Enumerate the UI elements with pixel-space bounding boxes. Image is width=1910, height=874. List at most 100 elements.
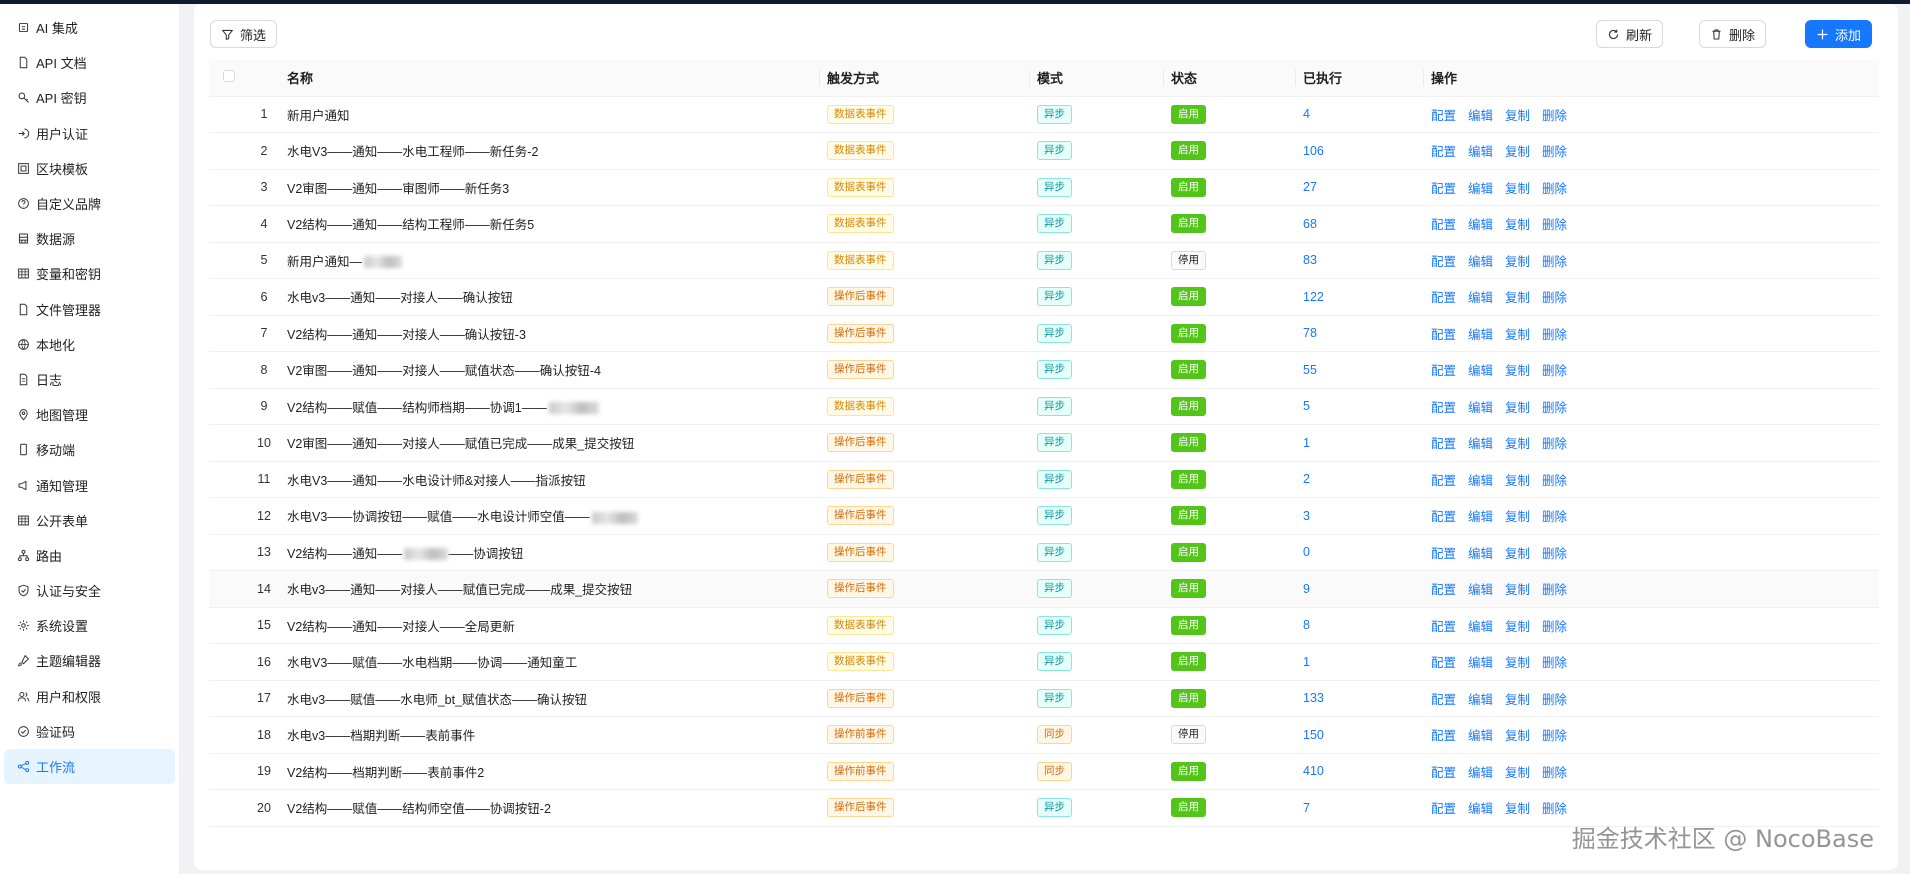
action-link[interactable]: 复制 <box>1505 401 1530 415</box>
action-link[interactable]: 编辑 <box>1468 109 1493 123</box>
action-link[interactable]: 复制 <box>1505 693 1530 707</box>
action-link[interactable]: 配置 <box>1431 437 1456 451</box>
executed-count-link[interactable]: 106 <box>1303 144 1324 158</box>
action-link[interactable]: 编辑 <box>1468 437 1493 451</box>
executed-count-link[interactable]: 78 <box>1303 326 1317 340</box>
sidebar-item[interactable]: 变量和密钥 <box>4 256 175 291</box>
column-header-name[interactable]: 名称 <box>279 60 819 97</box>
filter-button[interactable]: 筛选 <box>210 20 278 48</box>
sidebar-item[interactable]: 通知管理 <box>4 467 175 502</box>
action-link[interactable]: 复制 <box>1505 510 1530 524</box>
executed-count-link[interactable]: 1 <box>1303 436 1310 450</box>
action-link[interactable]: 配置 <box>1431 729 1456 743</box>
sidebar-item[interactable]: 公开表单 <box>4 503 175 538</box>
action-link[interactable]: 复制 <box>1505 291 1530 305</box>
refresh-button[interactable]: 刷新 <box>1595 20 1663 48</box>
action-link[interactable]: 配置 <box>1431 766 1456 780</box>
action-link[interactable]: 配置 <box>1431 583 1456 597</box>
action-link[interactable]: 编辑 <box>1468 255 1493 269</box>
sidebar-item[interactable]: 文件管理器 <box>4 292 175 327</box>
action-link[interactable]: 复制 <box>1505 182 1530 196</box>
action-link[interactable]: 删除 <box>1542 437 1567 451</box>
action-link[interactable]: 复制 <box>1505 474 1530 488</box>
sidebar-item[interactable]: 地图管理 <box>4 397 175 432</box>
action-link[interactable]: 配置 <box>1431 547 1456 561</box>
action-link[interactable]: 复制 <box>1505 364 1530 378</box>
add-button[interactable]: 添加 <box>1804 20 1872 48</box>
action-link[interactable]: 编辑 <box>1468 547 1493 561</box>
table-row[interactable]: 12 水电V3——协调按钮——赋值——水电设计师空值—— 操作后事件 异步 启用 3 配置编… <box>209 497 1879 535</box>
sidebar-item[interactable]: 验证码 <box>4 714 175 749</box>
executed-count-link[interactable]: 68 <box>1303 217 1317 231</box>
table-row[interactable]: 4 V2结构——通知——结构工程师——新任务5 数据表事件 异步 启用 68 配置 编辑 复制删… <box>209 205 1879 243</box>
sidebar-item[interactable]: 主题编辑器 <box>4 643 175 678</box>
table-row[interactable]: 8 V2审图——通知——对接人——赋值状态——确认按钮-4 操作后事件 异步 启用 55 配… <box>209 351 1879 389</box>
executed-count-link[interactable]: 55 <box>1303 363 1317 377</box>
action-link[interactable]: 配置 <box>1431 218 1456 232</box>
action-link[interactable]: 编辑 <box>1468 693 1493 707</box>
sidebar-item[interactable]: 路由 <box>4 538 175 573</box>
table-row[interactable]: 17 水电v3——赋值——水电师_bt_赋值状态——确认按钮 操作后事件 异步 启用 13… <box>209 680 1879 717</box>
executed-count-link[interactable]: 1 <box>1303 655 1310 669</box>
executed-count-link[interactable]: 2 <box>1303 472 1310 486</box>
action-link[interactable]: 删除 <box>1542 583 1567 597</box>
action-link[interactable]: 编辑 <box>1468 474 1493 488</box>
action-link[interactable]: 配置 <box>1431 656 1456 670</box>
action-link[interactable]: 复制 <box>1505 328 1530 342</box>
action-link[interactable]: 删除 <box>1542 620 1567 634</box>
action-link[interactable]: 复制 <box>1505 218 1530 232</box>
sidebar-item[interactable]: 用户认证 <box>4 116 175 151</box>
table-row[interactable]: 5 新用户通知— 数据表事件 异步 停用 83 配置 编辑 复制 删除 <box>209 242 1879 279</box>
delete-button[interactable]: 删除 <box>1698 20 1766 48</box>
sidebar-item[interactable]: 工作流 <box>4 748 175 785</box>
action-link[interactable]: 复制 <box>1505 729 1530 743</box>
table-row[interactable]: 14 水电v3——通知——对接人——赋值已完成——成果_提交按钮 操作后事件 异步 启用… <box>209 570 1879 608</box>
executed-count-link[interactable]: 0 <box>1303 545 1310 559</box>
action-link[interactable]: 删除 <box>1542 474 1567 488</box>
action-link[interactable]: 编辑 <box>1468 766 1493 780</box>
action-link[interactable]: 编辑 <box>1468 218 1493 232</box>
sidebar-item[interactable]: 移动端 <box>4 432 175 467</box>
executed-count-link[interactable]: 83 <box>1303 253 1317 267</box>
action-link[interactable]: 编辑 <box>1468 182 1493 196</box>
executed-count-link[interactable]: 27 <box>1303 180 1317 194</box>
table-row[interactable]: 11 水电V3——通知——水电设计师&对接人——指派按钮 操作后事件 异步 启用 2 配置编… <box>209 461 1879 498</box>
action-link[interactable]: 删除 <box>1542 729 1567 743</box>
column-header-executed[interactable]: 已执行 <box>1295 60 1423 97</box>
sidebar-item[interactable]: API 文档 <box>4 45 175 80</box>
action-link[interactable]: 删除 <box>1542 364 1567 378</box>
table-row[interactable]: 6 水电v3——通知——对接人——确认按钮 操作后事件 异步 启用 122 配置 编辑 复制 删除 <box>209 278 1879 316</box>
executed-count-link[interactable]: 3 <box>1303 509 1310 523</box>
sidebar-item[interactable]: 系统设置 <box>4 608 175 643</box>
table-row[interactable]: 19 V2结构——档期判断——表前事件2 操作前事件 同步 启用 410 配置 编辑 复制 删除 <box>209 753 1879 790</box>
action-link[interactable]: 编辑 <box>1468 802 1493 816</box>
action-link[interactable]: 配置 <box>1431 182 1456 196</box>
action-link[interactable]: 复制 <box>1505 656 1530 670</box>
action-link[interactable]: 删除 <box>1542 182 1567 196</box>
sidebar-item[interactable]: 自定义品牌 <box>4 186 175 221</box>
action-link[interactable]: 配置 <box>1431 145 1456 159</box>
action-link[interactable]: 配置 <box>1431 510 1456 524</box>
action-link[interactable]: 编辑 <box>1468 364 1493 378</box>
column-header-mode[interactable]: 模式 <box>1029 60 1163 97</box>
sidebar-item[interactable]: 本地化 <box>4 327 175 362</box>
action-link[interactable]: 删除 <box>1542 291 1567 305</box>
action-link[interactable]: 复制 <box>1505 437 1530 451</box>
action-link[interactable]: 删除 <box>1542 766 1567 780</box>
action-link[interactable]: 删除 <box>1542 401 1567 415</box>
executed-count-link[interactable]: 122 <box>1303 290 1324 304</box>
action-link[interactable]: 编辑 <box>1468 583 1493 597</box>
table-row[interactable]: 10 V2审图——通知——对接人——赋值已完成——成果_提交按钮 操作后事件 异步 启用… <box>209 424 1879 462</box>
action-link[interactable]: 删除 <box>1542 109 1567 123</box>
action-link[interactable]: 配置 <box>1431 620 1456 634</box>
action-link[interactable]: 复制 <box>1505 547 1530 561</box>
action-link[interactable]: 删除 <box>1542 656 1567 670</box>
action-link[interactable]: 编辑 <box>1468 729 1493 743</box>
action-link[interactable]: 配置 <box>1431 364 1456 378</box>
action-link[interactable]: 删除 <box>1542 255 1567 269</box>
sidebar-item[interactable]: 区块模板 <box>4 151 175 186</box>
select-all-checkbox[interactable] <box>223 70 235 83</box>
action-link[interactable]: 配置 <box>1431 255 1456 269</box>
action-link[interactable]: 编辑 <box>1468 656 1493 670</box>
action-link[interactable]: 配置 <box>1431 802 1456 816</box>
